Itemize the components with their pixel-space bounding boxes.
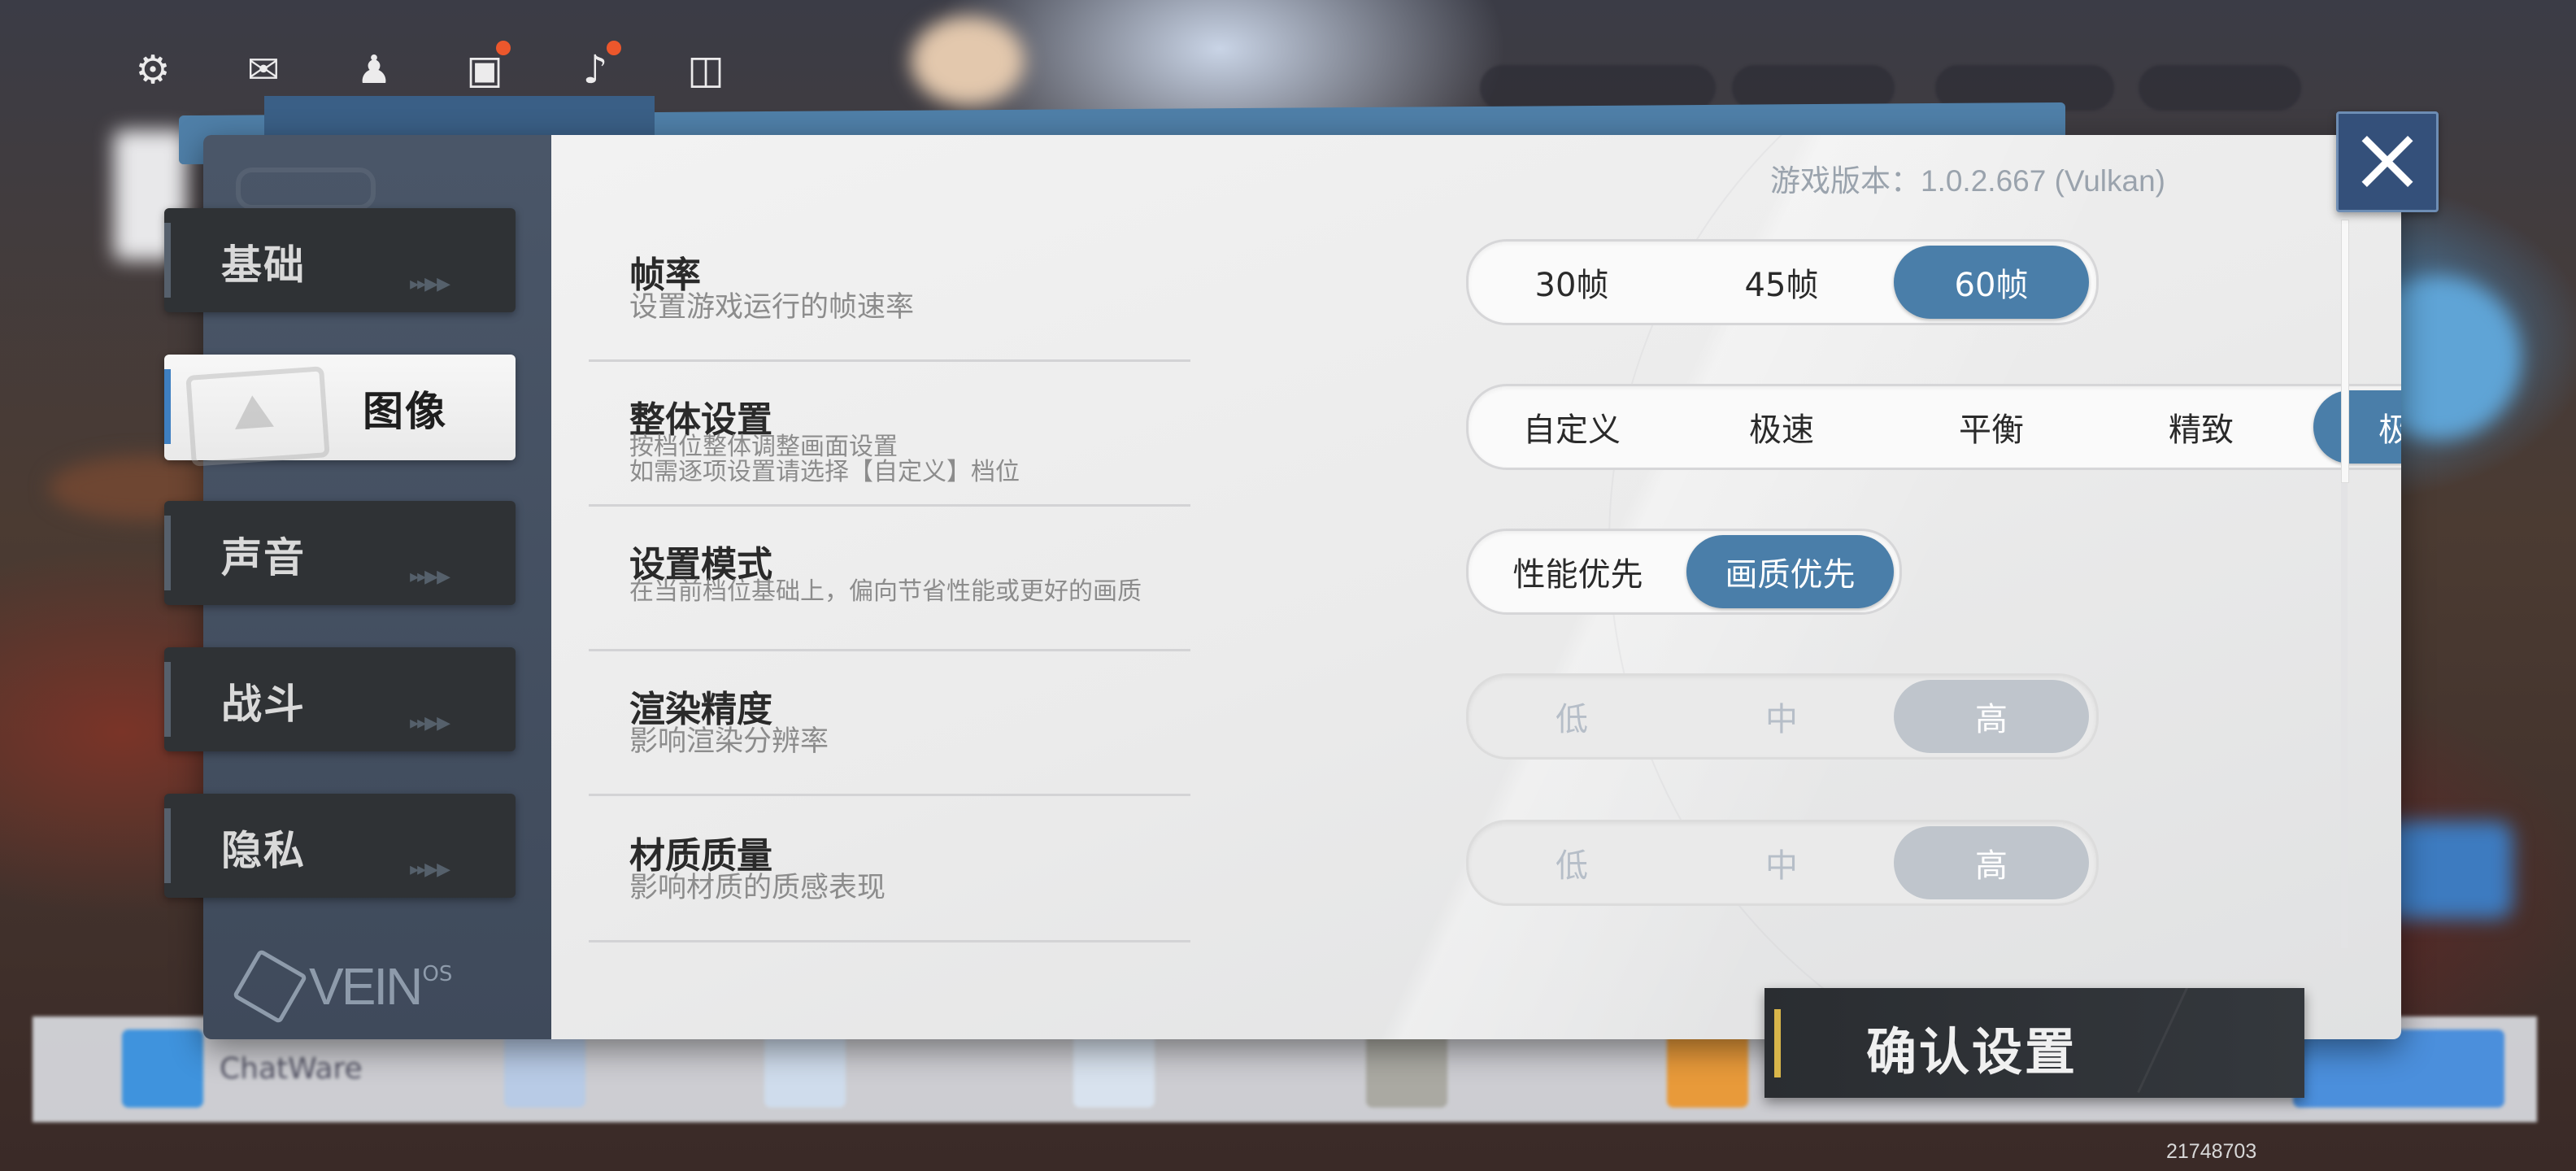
material-desc: 影响材质的质感表现 xyxy=(629,872,886,904)
nav-arrows-icon: ▸▸▶▶ xyxy=(410,567,450,587)
nav-label-battle: 战斗 xyxy=(221,680,306,728)
overall-desc-line1: 按档位整体调整画面设置 xyxy=(629,433,898,461)
render-option-high[interactable]: 高 xyxy=(1894,680,2089,753)
preset-option-balanced[interactable]: 平衡 xyxy=(1894,390,2089,464)
confirm-accent-bar xyxy=(1774,1009,1781,1077)
settings-panel: VEIN OS 游戏版本：1.0.2.667 (Vulkan) 帧率 设置游戏运… xyxy=(203,135,2401,1039)
nav-arrows-icon: ▸▸▶▶ xyxy=(410,860,450,880)
mode-option-quality[interactable]: 画质优先 xyxy=(1686,535,1894,608)
setting-row-framerate: 帧率 设置游戏运行的帧速率 xyxy=(589,215,1190,362)
nav-arrows-icon: ▸▸▶▶ xyxy=(410,713,450,734)
vein-os-logo: VEIN OS xyxy=(232,948,453,1025)
chat-icon xyxy=(122,1030,203,1108)
material-title: 材质质量 xyxy=(629,835,772,877)
dock-item-6[interactable] xyxy=(1667,1028,1764,1109)
overall-desc-line2: 如需逐项设置请选择【自定义】档位 xyxy=(629,458,1020,486)
nav-label-sound: 声音 xyxy=(221,533,306,581)
nav-label-basic: 基础 xyxy=(221,241,306,289)
mode-desc: 在当前档位基础上，偏向节省性能或更好的画质 xyxy=(629,577,1142,606)
preset-option-ultra[interactable]: 极佳 xyxy=(2313,390,2401,464)
setting-row-material: 材质质量 影响材质的质感表现 xyxy=(589,795,1190,942)
dock-item-7[interactable] xyxy=(2293,1028,2521,1109)
material-option-mid[interactable]: 中 xyxy=(1684,826,1879,899)
setting-row-render: 渲染精度 影响渲染分辨率 xyxy=(589,649,1190,796)
image-icon xyxy=(185,366,330,467)
bell-icon[interactable]: ♪ xyxy=(564,39,626,101)
settings-scrollbar[interactable] xyxy=(2341,220,2349,948)
dock-item-5[interactable] xyxy=(1366,1028,1464,1109)
material-selector: 低 中 高 xyxy=(1466,820,2099,906)
logo-text: VEIN xyxy=(309,957,423,1016)
logo-sup: OS xyxy=(422,962,453,986)
framerate-desc: 设置游戏运行的帧速率 xyxy=(629,291,915,324)
setting-row-overall: 整体设置 按档位整体调整画面设置 如需逐项设置请选择【自定义】档位 xyxy=(589,359,1190,507)
preset-option-fine[interactable]: 精致 xyxy=(2104,390,2299,464)
nav-label-privacy: 隐私 xyxy=(221,826,306,874)
material-option-high[interactable]: 高 xyxy=(1894,826,2089,899)
render-desc: 影响渲染分辨率 xyxy=(629,725,829,758)
confirm-settings-button[interactable]: 确认设置 xyxy=(1764,988,2304,1098)
nav-item-battle[interactable]: 战斗 ▸▸▶▶ xyxy=(164,647,516,751)
chat-label: ChatWare xyxy=(220,1051,363,1086)
framerate-option-45[interactable]: 45帧 xyxy=(1684,246,1879,319)
framerate-selector: 30帧 45帧 60帧 xyxy=(1466,239,2099,325)
close-button[interactable] xyxy=(2336,111,2439,212)
framerate-title: 帧率 xyxy=(629,255,701,296)
currency-stat-4 xyxy=(2139,65,2301,111)
preset-option-custom[interactable]: 自定义 xyxy=(1474,390,1669,464)
render-option-mid[interactable]: 中 xyxy=(1684,680,1879,753)
nav-item-sound[interactable]: 声音 ▸▸▶▶ xyxy=(164,501,516,605)
overall-desc: 按档位整体调整画面设置 如需逐项设置请选择【自定义】档位 xyxy=(629,434,1020,485)
user-icon[interactable]: ♟ xyxy=(343,39,405,101)
overall-preset-selector: 自定义 极速 平衡 精致 极佳 xyxy=(1466,384,2401,470)
gear-icon[interactable]: ⚙ xyxy=(122,39,184,101)
top-hud: ⚙ ✉ ♟ ▣ ♪ ◫ xyxy=(114,24,2309,111)
nav-item-basic[interactable]: 基础 ▸▸▶▶ xyxy=(164,208,516,312)
game-version: 游戏版本：1.0.2.667 (Vulkan) xyxy=(1770,164,2165,198)
dock-item-chat[interactable]: ChatWare xyxy=(122,1028,363,1109)
mode-option-performance[interactable]: 性能优先 xyxy=(1474,535,1682,608)
scrollbar-thumb[interactable] xyxy=(2341,220,2349,483)
nav-arrows-icon: ▸▸▶▶ xyxy=(410,274,450,294)
settings-content: 游戏版本：1.0.2.667 (Vulkan) 帧率 设置游戏运行的帧速率 30… xyxy=(551,135,2401,1039)
material-option-low[interactable]: 低 xyxy=(1474,826,1669,899)
nav-item-graphics[interactable]: 图像 xyxy=(164,355,516,467)
dock-item-3[interactable] xyxy=(764,1028,862,1109)
sidebar-ornament xyxy=(236,168,376,210)
confirm-label: 确认设置 xyxy=(1866,1022,2078,1082)
framerate-option-30[interactable]: 30帧 xyxy=(1474,246,1669,319)
dock-item-2[interactable] xyxy=(504,1028,602,1109)
nav-label-graphics: 图像 xyxy=(363,387,447,435)
framerate-option-60[interactable]: 60帧 xyxy=(1894,246,2089,319)
render-option-low[interactable]: 低 xyxy=(1474,680,1669,753)
gift-icon[interactable]: ▣ xyxy=(454,39,516,101)
map-icon[interactable]: ◫ xyxy=(675,39,737,101)
setting-row-mode: 设置模式 在当前档位基础上，偏向节省性能或更好的画质 xyxy=(589,504,1190,651)
preset-option-fast[interactable]: 极速 xyxy=(1684,390,1879,464)
mode-selector: 性能优先 画质优先 xyxy=(1466,529,1902,615)
logo-mark-icon xyxy=(232,948,308,1025)
render-title: 渲染精度 xyxy=(629,689,772,730)
nav-item-privacy[interactable]: 隐私 ▸▸▶▶ xyxy=(164,794,516,898)
panel-back-tab xyxy=(264,96,655,137)
render-selector: 低 中 高 xyxy=(1466,673,2099,760)
mail-icon[interactable]: ✉ xyxy=(233,39,294,101)
dock-item-4[interactable] xyxy=(1073,1028,1171,1109)
currency-stat-1 xyxy=(1480,65,1716,111)
player-id: 21748703 xyxy=(2166,1140,2257,1163)
